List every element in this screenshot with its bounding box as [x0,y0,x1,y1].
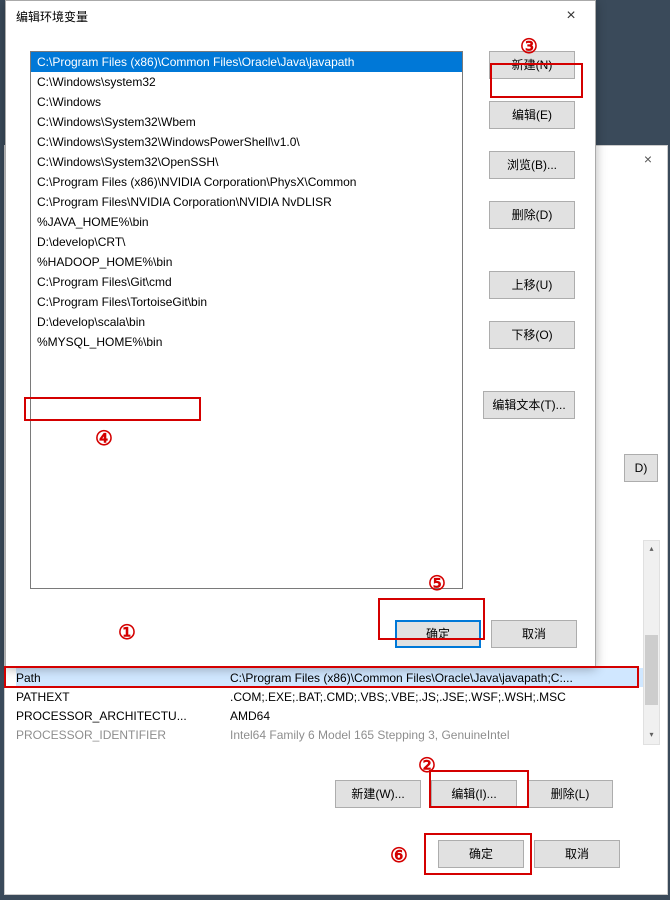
list-item[interactable]: %MYSQL_HOME%\bin [31,332,462,352]
list-item[interactable]: C:\Windows\system32 [31,72,462,92]
list-item[interactable]: C:\Windows\System32\Wbem [31,112,462,132]
var-value: .COM;.EXE;.BAT;.CMD;.VBS;.VBE;.JS;.JSE;.… [230,690,656,704]
list-item[interactable]: %HADOOP_HOME%\bin [31,252,462,272]
new-button[interactable]: 新建(W)... [335,780,421,808]
list-item[interactable]: %JAVA_HOME%\bin [31,212,462,232]
list-item[interactable]: D:\develop\scala\bin [31,312,462,332]
scroll-down-icon[interactable]: ▾ [644,727,659,744]
scroll-up-icon[interactable]: ▴ [644,541,659,558]
list-item[interactable]: C:\Program Files (x86)\Common Files\Orac… [31,52,462,72]
cancel-button[interactable]: 取消 [491,620,577,648]
browse-button[interactable]: 浏览(B)... [489,151,575,179]
var-value: C:\Program Files (x86)\Common Files\Orac… [230,671,656,685]
path-list[interactable]: C:\Program Files (x86)\Common Files\Orac… [30,51,463,589]
edit-text-button[interactable]: 编辑文本(T)... [483,391,575,419]
var-name: Path [16,671,230,685]
var-name: PROCESSOR_ARCHITECTU... [16,709,230,723]
var-name: PATHEXT [16,690,230,704]
edit-button[interactable]: 编辑(I)... [431,780,517,808]
ok-button[interactable]: 确定 [438,840,524,868]
system-variables-list: Path C:\Program Files (x86)\Common Files… [16,668,656,744]
edit-button[interactable]: 编辑(E) [489,101,575,129]
list-item[interactable]: C:\Program Files\Git\cmd [31,272,462,292]
list-item[interactable]: C:\Windows\System32\WindowsPowerShell\v1… [31,132,462,152]
move-up-button[interactable]: 上移(U) [489,271,575,299]
list-item[interactable]: D:\develop\CRT\ [31,232,462,252]
list-item[interactable]: C:\Program Files\NVIDIA Corporation\NVID… [31,192,462,212]
dialog-title: 编辑环境变量 [16,8,88,25]
cancel-button[interactable]: 取消 [534,840,620,868]
var-name: PROCESSOR_IDENTIFIER [16,728,230,742]
var-value: AMD64 [230,709,656,723]
list-item[interactable]: C:\Windows [31,92,462,112]
delete-button[interactable]: 删除(L) [527,780,613,808]
lower-button-row: 新建(W)... 编辑(I)... 删除(L) [335,780,613,808]
list-item[interactable]: C:\Windows\System32\OpenSSH\ [31,152,462,172]
close-icon[interactable]: × [551,2,591,30]
list-item[interactable]: C:\Program Files\TortoiseGit\bin [31,292,462,312]
table-row[interactable]: PROCESSOR_ARCHITECTU... AMD64 [16,706,656,725]
partial-button[interactable]: D) [624,454,658,482]
list-item[interactable]: C:\Program Files (x86)\NVIDIA Corporatio… [31,172,462,192]
edit-env-dialog: 编辑环境变量 × C:\Program Files (x86)\Common F… [5,0,596,667]
dialog-footer: 确定 取消 [395,620,577,648]
ok-button[interactable]: 确定 [395,620,481,648]
delete-button[interactable]: 删除(D) [489,201,575,229]
var-value: Intel64 Family 6 Model 165 Stepping 3, G… [230,728,656,742]
final-button-row: 确定 取消 [438,840,620,868]
new-button[interactable]: 新建(N) [489,51,575,79]
scroll-thumb[interactable] [645,635,658,705]
move-down-button[interactable]: 下移(O) [489,321,575,349]
table-row[interactable]: PATHEXT .COM;.EXE;.BAT;.CMD;.VBS;.VBE;.J… [16,687,656,706]
close-icon[interactable]: × [644,151,652,167]
scrollbar-vertical[interactable]: ▴ ▾ [643,540,660,745]
table-row[interactable]: PROCESSOR_IDENTIFIER Intel64 Family 6 Mo… [16,725,656,744]
titlebar: 编辑环境变量 × [6,1,595,31]
table-row[interactable]: Path C:\Program Files (x86)\Common Files… [16,668,656,687]
button-column: 新建(N) 编辑(E) 浏览(B)... 删除(D) 上移(U) 下移(O) 编… [463,51,575,656]
